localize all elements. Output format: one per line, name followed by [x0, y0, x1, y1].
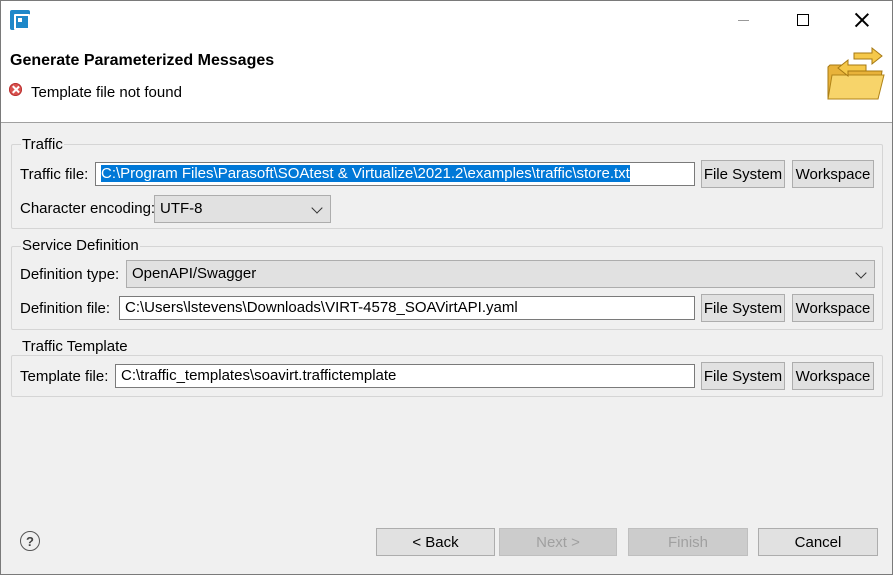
template-file-system-button[interactable]: File System: [701, 362, 785, 390]
character-encoding-value: UTF-8: [160, 200, 203, 217]
traffic-file-value: C:\Program Files\Parasoft\SOAtest & Virt…: [101, 165, 630, 182]
help-icon[interactable]: ?: [20, 531, 40, 551]
close-icon: [855, 13, 869, 27]
error-icon: [9, 83, 22, 96]
minimize-icon: [737, 19, 749, 21]
title-bar: [1, 1, 892, 39]
definition-workspace-button[interactable]: Workspace: [792, 294, 874, 322]
back-button[interactable]: < Back: [376, 528, 495, 556]
close-button[interactable]: [839, 1, 885, 39]
traffic-template-legend: Traffic Template: [21, 338, 129, 355]
character-encoding-label: Character encoding:: [20, 200, 156, 217]
cancel-button[interactable]: Cancel: [758, 528, 878, 556]
maximize-button[interactable]: [780, 1, 826, 39]
dialog-window: Generate Parameterized Messages Template…: [0, 0, 893, 575]
template-file-input[interactable]: C:\traffic_templates\soavirt.traffictemp…: [115, 364, 695, 388]
definition-file-input[interactable]: C:\Users\lstevens\Downloads\VIRT-4578_SO…: [119, 296, 695, 320]
chevron-down-icon: [311, 202, 323, 214]
definition-type-value: OpenAPI/Swagger: [132, 265, 257, 282]
folder-transfer-icon: [827, 46, 885, 100]
finish-button: Finish: [628, 528, 748, 556]
template-file-label: Template file:: [20, 368, 109, 385]
next-button: Next >: [499, 528, 617, 556]
traffic-legend: Traffic: [21, 136, 64, 153]
app-icon: [10, 10, 30, 30]
definition-type-label: Definition type:: [20, 266, 120, 283]
traffic-file-system-button[interactable]: File System: [701, 160, 785, 188]
page-title: Generate Parameterized Messages: [10, 52, 275, 69]
wizard-header: Generate Parameterized Messages Template…: [1, 39, 892, 123]
character-encoding-select[interactable]: UTF-8: [154, 195, 331, 223]
definition-file-label: Definition file:: [20, 300, 111, 317]
definition-type-select[interactable]: OpenAPI/Swagger: [126, 260, 875, 288]
service-definition-legend: Service Definition: [21, 237, 140, 254]
definition-file-system-button[interactable]: File System: [701, 294, 785, 322]
traffic-workspace-button[interactable]: Workspace: [792, 160, 874, 188]
template-workspace-button[interactable]: Workspace: [792, 362, 874, 390]
maximize-icon: [797, 14, 809, 26]
error-message: Template file not found: [31, 84, 182, 101]
traffic-file-input[interactable]: C:\Program Files\Parasoft\SOAtest & Virt…: [95, 162, 695, 186]
traffic-file-label: Traffic file:: [20, 166, 89, 183]
chevron-down-icon: [855, 267, 867, 279]
minimize-button[interactable]: [720, 1, 766, 39]
